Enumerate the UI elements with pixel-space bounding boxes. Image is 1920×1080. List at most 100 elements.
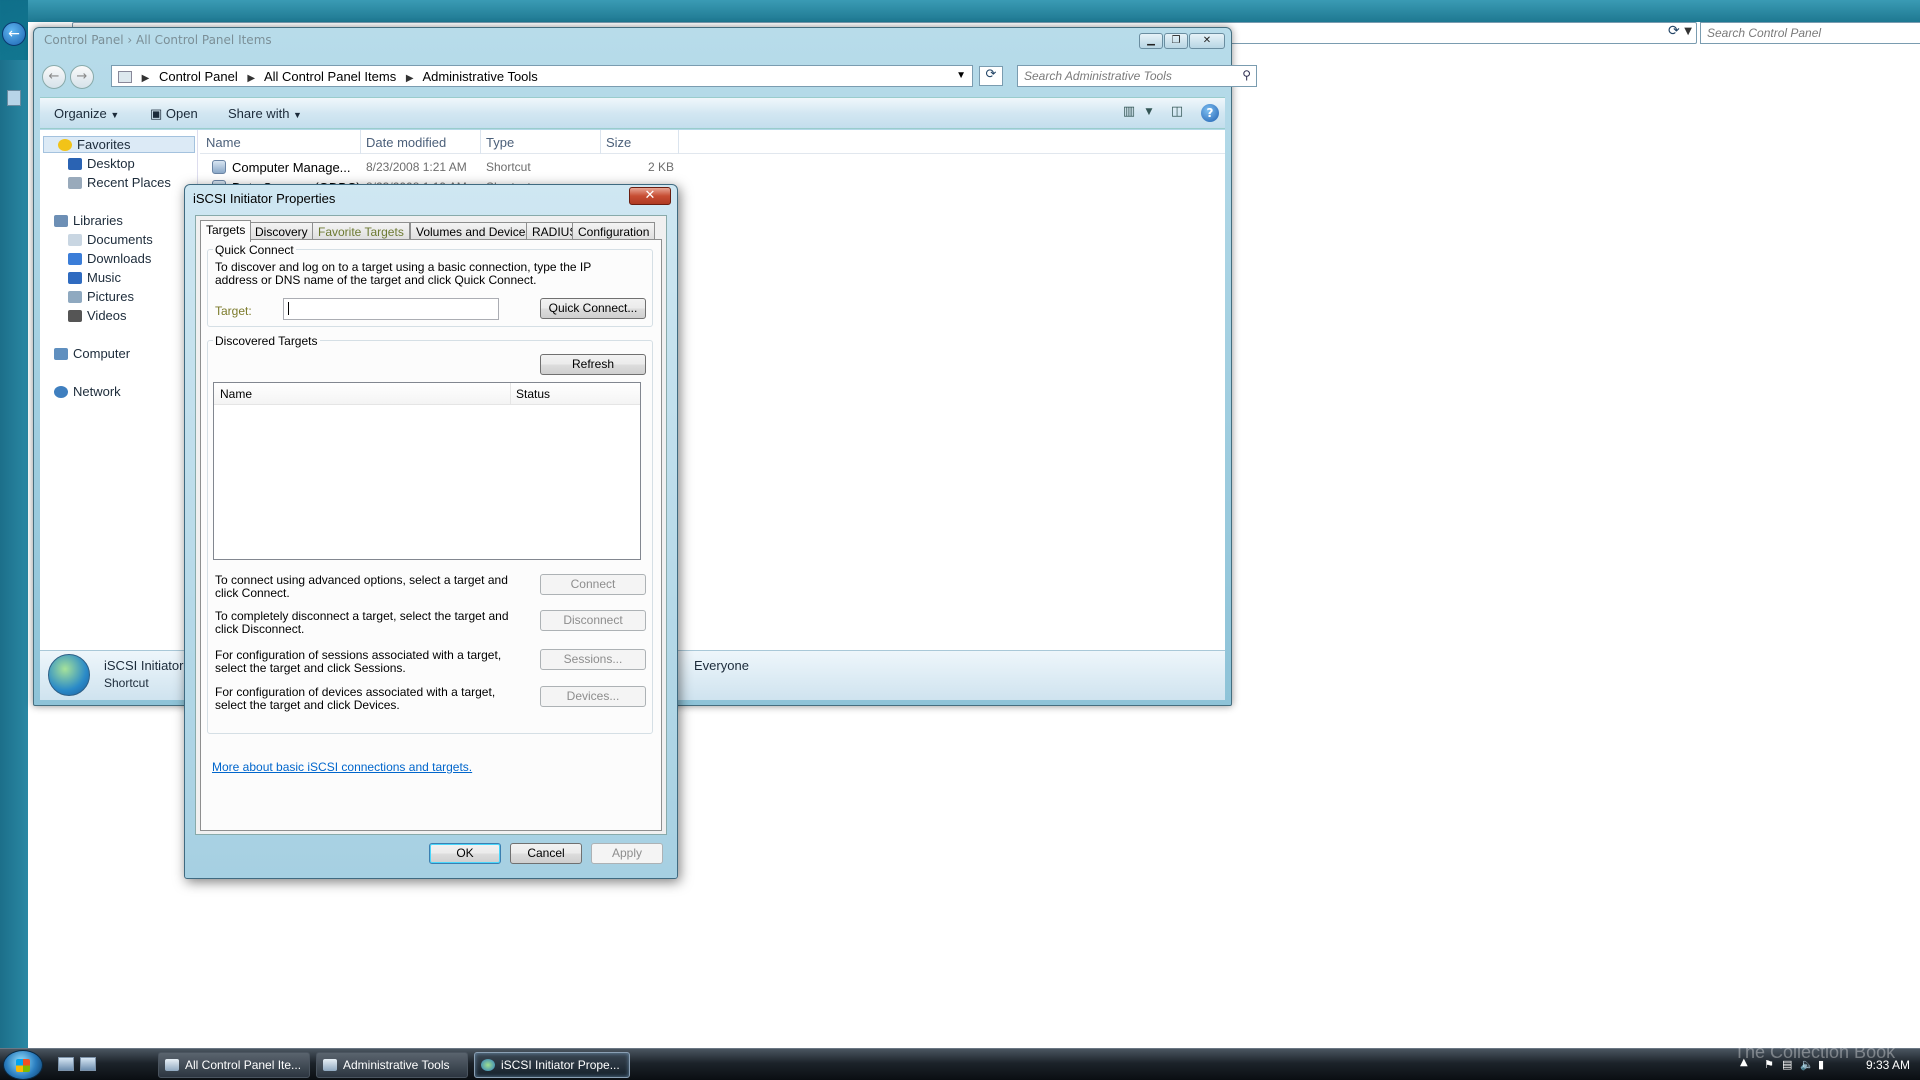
explorer-toolbar: Organize ▼ ▣ Open Share with ▼ ▥ ▼ ◫ ?	[40, 97, 1225, 129]
chevron-right-icon[interactable]: ▶	[406, 73, 414, 84]
close-icon[interactable]: ✕	[1189, 33, 1225, 49]
sessions-instructions: For configuration of sessions associated…	[215, 648, 502, 675]
details-shared-with: Everyone	[694, 658, 749, 673]
share-with-button[interactable]: Share with ▼	[228, 106, 302, 121]
iscsi-icon	[481, 1059, 495, 1071]
quick-connect-button[interactable]: Quick Connect...	[540, 298, 646, 319]
more-info-link[interactable]: More about basic iSCSI connections and t…	[212, 760, 472, 774]
disconnect-instructions: To completely disconnect a target, selec…	[215, 609, 509, 636]
documents-icon	[68, 234, 82, 246]
connect-button[interactable]: Connect	[540, 574, 646, 595]
col-date[interactable]: Date modified	[366, 135, 446, 150]
search-icon[interactable]: ⚲	[1242, 68, 1251, 82]
cancel-button[interactable]: Cancel	[510, 843, 582, 864]
nav-recent-places[interactable]: Recent Places	[68, 175, 171, 190]
tab-volumes-devices[interactable]: Volumes and Devices	[410, 222, 538, 240]
explorer-search-placeholder: Search Administrative Tools	[1024, 69, 1172, 83]
disconnect-button[interactable]: Disconnect	[540, 610, 646, 631]
breadcrumb-admin-tools[interactable]: Administrative Tools	[422, 69, 537, 84]
network-icon	[54, 386, 68, 398]
nav-libraries-label: Libraries	[73, 213, 123, 228]
maximize-icon[interactable]: ❐	[1164, 33, 1188, 49]
nav-libraries[interactable]: Libraries	[54, 213, 123, 228]
back-button[interactable]: ←	[2, 22, 26, 46]
organize-label: Organize	[54, 106, 107, 121]
open-icon: ▣	[150, 106, 163, 121]
close-icon[interactable]: ✕	[629, 187, 671, 205]
nav-network[interactable]: Network	[54, 384, 121, 399]
help-icon[interactable]: ?	[1201, 104, 1219, 122]
nav-videos[interactable]: Videos	[68, 308, 127, 323]
list-col-status[interactable]: Status	[510, 383, 556, 405]
share-with-label: Share with	[228, 106, 290, 121]
explorer-caption-buttons: ▁ ❐ ✕	[1138, 32, 1225, 49]
col-name[interactable]: Name	[206, 135, 241, 150]
nav-documents-label: Documents	[87, 232, 153, 247]
chevron-right-icon[interactable]: ▶	[142, 73, 150, 84]
back-arrow-icon[interactable]: ←	[42, 65, 66, 89]
chevron-down-icon[interactable]: ▼	[1684, 26, 1692, 37]
column-divider	[678, 130, 679, 154]
target-input[interactable]	[283, 298, 499, 320]
file-type: Shortcut	[486, 160, 531, 174]
tab-targets[interactable]: Targets	[200, 220, 252, 242]
views-icon[interactable]: ▥	[1120, 104, 1138, 122]
chevron-down-icon[interactable]: ▼	[956, 70, 966, 81]
col-size[interactable]: Size	[606, 135, 631, 150]
explorer-search-input[interactable]: Search Administrative Tools ⚲	[1017, 65, 1257, 87]
col-type[interactable]: Type	[486, 135, 514, 150]
tab-favorite-targets[interactable]: Favorite Targets	[312, 222, 410, 240]
tab-discovery[interactable]: Discovery	[249, 222, 314, 240]
control-panel-icon	[118, 71, 132, 83]
refresh-icon[interactable]: ⟳	[1668, 23, 1680, 39]
download-icon	[68, 253, 82, 265]
file-date: 8/23/2008 1:21 AM	[366, 160, 467, 174]
watermark-text: The Collection Book	[1734, 1042, 1896, 1062]
explorer-address-bar[interactable]: ▶ Control Panel ▶ All Control Panel Item…	[111, 65, 973, 87]
quick-connect-instructions: To discover and log on to a target using…	[215, 260, 592, 287]
list-col-name[interactable]: Name	[214, 383, 258, 405]
nav-videos-label: Videos	[87, 308, 127, 323]
refresh-button[interactable]: Refresh	[540, 354, 646, 375]
open-button[interactable]: ▣ Open	[150, 106, 198, 122]
sessions-button[interactable]: Sessions...	[540, 649, 646, 670]
taskbar-button-iscsi[interactable]: iSCSI Initiator Prope...	[474, 1052, 630, 1078]
nav-desktop-label: Desktop	[87, 156, 135, 171]
nav-music[interactable]: Music	[68, 270, 121, 285]
refresh-icon[interactable]: ⟳	[979, 66, 1003, 86]
control-panel-icon	[165, 1059, 179, 1071]
nav-documents[interactable]: Documents	[68, 232, 153, 247]
show-desktop-icon[interactable]	[58, 1057, 74, 1071]
apply-button[interactable]: Apply	[591, 843, 663, 864]
start-button[interactable]	[3, 1050, 43, 1080]
chevron-right-icon[interactable]: ▶	[247, 73, 255, 84]
switch-windows-icon[interactable]	[80, 1057, 96, 1071]
windows-logo-icon	[16, 1059, 30, 1072]
list-header	[214, 383, 640, 405]
nav-desktop[interactable]: Desktop	[68, 156, 135, 171]
preview-pane-icon[interactable]: ◫	[1168, 104, 1186, 122]
nav-computer[interactable]: Computer	[54, 346, 130, 361]
discovered-targets-list[interactable]: Name Status	[213, 382, 641, 560]
nav-downloads[interactable]: Downloads	[68, 251, 151, 266]
file-row[interactable]: Computer Manage... 8/23/2008 1:21 AM Sho…	[200, 158, 720, 178]
organize-button[interactable]: Organize ▼	[54, 106, 119, 121]
devices-button[interactable]: Devices...	[540, 686, 646, 707]
chevron-down-icon[interactable]: ▼	[1140, 107, 1158, 125]
taskbar-button-control-panel[interactable]: All Control Panel Ite...	[158, 1052, 310, 1078]
minimize-icon[interactable]: ▁	[1139, 33, 1163, 49]
control-panel-search-input[interactable]: Search Control Panel ⚲	[1700, 22, 1920, 44]
nav-pictures-label: Pictures	[87, 289, 134, 304]
ok-button[interactable]: OK	[429, 843, 501, 864]
chevron-down-icon: ▼	[110, 110, 120, 120]
taskbar-label: iSCSI Initiator Prope...	[501, 1058, 620, 1072]
column-divider	[600, 130, 601, 154]
targets-tab-page: Quick Connect To discover and log on to …	[200, 239, 662, 831]
taskbar-button-admin-tools[interactable]: Administrative Tools	[316, 1052, 468, 1078]
breadcrumb-control-panel[interactable]: Control Panel	[159, 69, 238, 84]
nav-pictures[interactable]: Pictures	[68, 289, 134, 304]
forward-arrow-icon[interactable]: →	[69, 65, 94, 89]
tab-configuration[interactable]: Configuration	[572, 222, 656, 240]
nav-favorites[interactable]: Favorites	[43, 136, 195, 153]
breadcrumb-all-items[interactable]: All Control Panel Items	[264, 69, 396, 84]
